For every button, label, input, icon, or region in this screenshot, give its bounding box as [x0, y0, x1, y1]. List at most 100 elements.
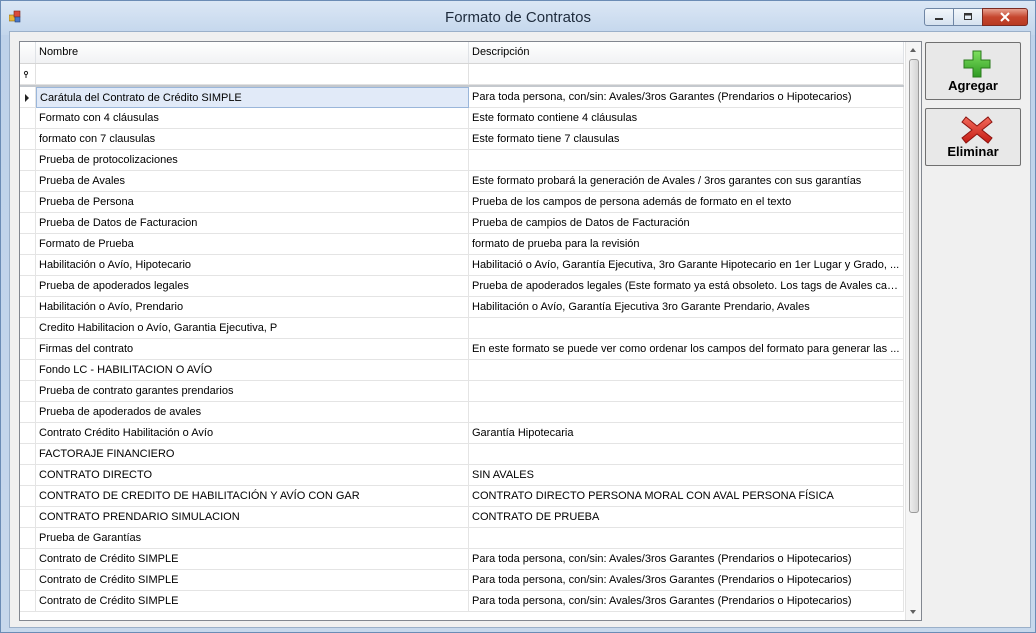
cell-descripcion[interactable]: Para toda persona, con/sin: Avales/3ros … — [469, 87, 904, 108]
row-header[interactable] — [20, 255, 36, 276]
row-header[interactable] — [20, 528, 36, 549]
table-row[interactable]: Prueba de Datos de Facturacion Prueba de … — [20, 213, 904, 234]
contracts-grid[interactable]: Nombre Descripción Carátula del Contrato… — [19, 41, 922, 621]
cell-nombre[interactable]: Carátula del Contrato de Crédito SIMPLE — [36, 87, 469, 108]
cell-descripcion[interactable] — [469, 150, 904, 171]
filter-nombre-input[interactable] — [36, 64, 469, 85]
column-header-descripcion[interactable]: Descripción — [469, 42, 904, 63]
cell-descripcion[interactable]: formato de prueba para la revisión — [469, 234, 904, 255]
table-row[interactable]: Prueba de protocolizaciones — [20, 150, 904, 171]
cell-descripcion[interactable]: En este formato se puede ver como ordena… — [469, 339, 904, 360]
row-header[interactable] — [20, 171, 36, 192]
row-header[interactable] — [20, 423, 36, 444]
cell-nombre[interactable]: Contrato Crédito Habilitación o Avío — [36, 423, 469, 444]
row-header[interactable] — [20, 465, 36, 486]
table-row[interactable]: Contrato de Crédito SIMPLE Para toda pers… — [20, 591, 904, 612]
cell-descripcion[interactable]: Habilitació o Avío, Garantía Ejecutiva, … — [469, 255, 904, 276]
row-header[interactable] — [20, 549, 36, 570]
scrollbar-thumb[interactable] — [909, 59, 919, 513]
table-row[interactable]: Habilitación o Avío, Prendario Habilitaci… — [20, 297, 904, 318]
cell-descripcion[interactable] — [469, 318, 904, 339]
cell-nombre[interactable]: Prueba de apoderados de avales — [36, 402, 469, 423]
table-row[interactable]: Contrato Crédito Habilitación o Avío Gara… — [20, 423, 904, 444]
table-row[interactable]: FACTORAJE FINANCIERO — [20, 444, 904, 465]
cell-nombre[interactable]: formato con 7 clausulas — [36, 129, 469, 150]
row-header[interactable] — [20, 129, 36, 150]
row-header[interactable] — [20, 150, 36, 171]
cell-nombre[interactable]: CONTRATO DE CREDITO DE HABILITACIÓN Y AV… — [36, 486, 469, 507]
table-row[interactable]: Prueba de Garantías — [20, 528, 904, 549]
table-row[interactable]: Firmas del contrato En este formato se pu… — [20, 339, 904, 360]
filter-descripcion-input[interactable] — [469, 64, 904, 85]
cell-nombre[interactable]: Prueba de Datos de Facturacion — [36, 213, 469, 234]
cell-descripcion[interactable]: Para toda persona, con/sin: Avales/3ros … — [469, 570, 904, 591]
table-row[interactable]: Formato con 4 cláusulas Este formato cont… — [20, 108, 904, 129]
row-header[interactable] — [20, 507, 36, 528]
cell-nombre[interactable]: Formato de Prueba — [36, 234, 469, 255]
row-header[interactable] — [20, 381, 36, 402]
table-row[interactable]: Contrato de Crédito SIMPLE Para toda pers… — [20, 549, 904, 570]
cell-descripcion[interactable]: CONTRATO DE PRUEBA — [469, 507, 904, 528]
cell-descripcion[interactable]: Para toda persona, con/sin: Avales/3ros … — [469, 549, 904, 570]
cell-descripcion[interactable] — [469, 381, 904, 402]
cell-nombre[interactable]: Prueba de Garantías — [36, 528, 469, 549]
delete-button[interactable]: Eliminar — [925, 108, 1021, 166]
row-header[interactable] — [20, 108, 36, 129]
cell-descripcion[interactable]: Prueba de campios de Datos de Facturació… — [469, 213, 904, 234]
cell-nombre[interactable]: Prueba de Persona — [36, 192, 469, 213]
table-row[interactable]: Contrato de Crédito SIMPLE Para toda pers… — [20, 570, 904, 591]
cell-nombre[interactable]: Contrato de Crédito SIMPLE — [36, 570, 469, 591]
cell-descripcion[interactable]: Prueba de los campos de persona además d… — [469, 192, 904, 213]
table-row[interactable]: formato con 7 clausulas Este formato tien… — [20, 129, 904, 150]
row-header[interactable] — [20, 192, 36, 213]
vertical-scrollbar[interactable] — [905, 42, 921, 620]
cell-descripcion[interactable]: Este formato contiene 4 cláusulas — [469, 108, 904, 129]
table-row[interactable]: Prueba de Avales Este formato probará la … — [20, 171, 904, 192]
cell-descripcion[interactable] — [469, 402, 904, 423]
cell-nombre[interactable]: Habilitación o Avío, Prendario — [36, 297, 469, 318]
row-header[interactable] — [20, 570, 36, 591]
row-header[interactable] — [20, 318, 36, 339]
row-header[interactable] — [20, 234, 36, 255]
cell-descripcion[interactable]: Habilitación o Avío, Garantía Ejecutiva … — [469, 297, 904, 318]
cell-nombre[interactable]: Fondo LC - HABILITACION O AVÍO — [36, 360, 469, 381]
cell-nombre[interactable]: Firmas del contrato — [36, 339, 469, 360]
cell-nombre[interactable]: Habilitación o Avío, Hipotecario — [36, 255, 469, 276]
cell-descripcion[interactable]: Este formato tiene 7 clausulas — [469, 129, 904, 150]
table-row[interactable]: CONTRATO DE CREDITO DE HABILITACIÓN Y AV… — [20, 486, 904, 507]
table-row[interactable]: Prueba de contrato garantes prendarios — [20, 381, 904, 402]
row-header[interactable] — [20, 297, 36, 318]
table-row[interactable]: CONTRATO DIRECTO SIN AVALES — [20, 465, 904, 486]
table-row[interactable]: Prueba de apoderados legales Prueba de ap… — [20, 276, 904, 297]
maximize-button[interactable] — [953, 8, 983, 26]
minimize-button[interactable] — [924, 8, 954, 26]
row-header[interactable] — [20, 276, 36, 297]
cell-nombre[interactable]: Prueba de apoderados legales — [36, 276, 469, 297]
row-header[interactable] — [20, 444, 36, 465]
scroll-up-arrow-icon[interactable] — [910, 48, 916, 52]
cell-nombre[interactable]: CONTRATO PRENDARIO SIMULACION — [36, 507, 469, 528]
cell-descripcion[interactable]: Para toda persona, con/sin: Avales/3ros … — [469, 591, 904, 612]
row-header[interactable] — [20, 360, 36, 381]
table-row[interactable]: Prueba de apoderados de avales — [20, 402, 904, 423]
cell-nombre[interactable]: Prueba de protocolizaciones — [36, 150, 469, 171]
add-button[interactable]: Agregar — [925, 42, 1021, 100]
close-button[interactable] — [982, 8, 1028, 26]
table-row[interactable]: Fondo LC - HABILITACION O AVÍO — [20, 360, 904, 381]
row-header[interactable] — [20, 402, 36, 423]
title-bar[interactable]: Formato de Contratos — [1, 1, 1035, 35]
cell-descripcion[interactable]: CONTRATO DIRECTO PERSONA MORAL CON AVAL … — [469, 486, 904, 507]
table-row[interactable]: Prueba de Persona Prueba de los campos de… — [20, 192, 904, 213]
cell-descripcion[interactable]: Prueba de apoderados legales (Este forma… — [469, 276, 904, 297]
column-header-nombre[interactable]: Nombre — [36, 42, 469, 63]
scroll-down-arrow-icon[interactable] — [910, 610, 916, 614]
row-header[interactable] — [20, 87, 36, 108]
cell-descripcion[interactable] — [469, 444, 904, 465]
cell-nombre[interactable]: Formato con 4 cláusulas — [36, 108, 469, 129]
cell-nombre[interactable]: Prueba de Avales — [36, 171, 469, 192]
cell-descripcion[interactable] — [469, 360, 904, 381]
cell-nombre[interactable]: Credito Habilitacion o Avío, Garantia Ej… — [36, 318, 469, 339]
cell-nombre[interactable]: Contrato de Crédito SIMPLE — [36, 549, 469, 570]
cell-nombre[interactable]: Prueba de contrato garantes prendarios — [36, 381, 469, 402]
cell-nombre[interactable]: CONTRATO DIRECTO — [36, 465, 469, 486]
